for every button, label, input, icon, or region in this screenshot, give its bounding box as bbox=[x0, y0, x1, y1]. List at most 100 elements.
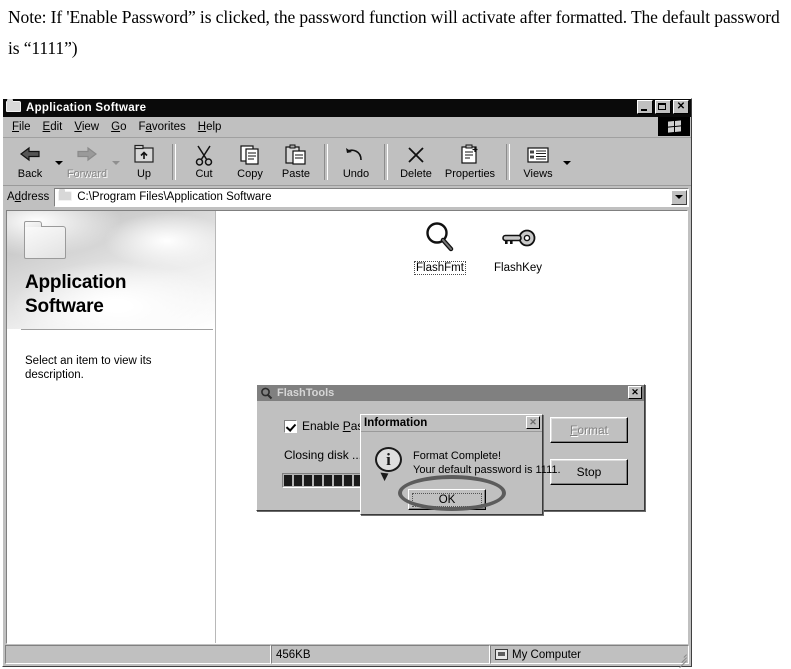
close-icon: ✕ bbox=[676, 100, 686, 112]
window-controls: ✕ bbox=[637, 100, 689, 114]
ok-button[interactable]: OK bbox=[408, 489, 486, 510]
toolbar-label-forward: Forward bbox=[66, 167, 108, 180]
stop-button[interactable]: Stop bbox=[550, 459, 628, 485]
file-name-flashfmt: FlashFmt bbox=[414, 261, 466, 275]
close-icon: ✕ bbox=[529, 417, 537, 427]
checkbox-box[interactable] bbox=[284, 419, 297, 433]
format-button[interactable]: Format bbox=[550, 417, 628, 443]
note-paragraph: Note: If 'Enable Password” is clicked, t… bbox=[8, 7, 780, 58]
address-dropdown-button[interactable] bbox=[671, 189, 687, 205]
toolbar-button-undo[interactable]: Undo bbox=[333, 140, 379, 184]
toolbar-label-paste: Paste bbox=[281, 167, 311, 180]
toolbar-label-properties: Properties bbox=[444, 167, 496, 180]
status-panel-empty bbox=[5, 645, 271, 664]
ok-button-label: OK bbox=[412, 492, 482, 507]
toolbar-button-up[interactable]: Up bbox=[121, 140, 167, 184]
toolbar-button-cut[interactable]: Cut bbox=[181, 140, 227, 184]
toolbar-label-up: Up bbox=[136, 167, 152, 180]
undo-arrow-icon bbox=[343, 143, 369, 167]
forward-arrow-icon bbox=[74, 143, 100, 167]
scissors-icon bbox=[192, 143, 216, 167]
menu-item-view[interactable]: View bbox=[71, 120, 108, 134]
info-pane-divider bbox=[21, 329, 213, 330]
toolbar-button-copy[interactable]: Copy bbox=[227, 140, 273, 184]
information-close-button[interactable]: ✕ bbox=[526, 416, 540, 429]
file-name-flashkey: FlashKey bbox=[494, 262, 542, 274]
toolbar-label-views: Views bbox=[523, 167, 553, 180]
menu-item-favorites[interactable]: Favorites bbox=[135, 120, 194, 134]
properties-clipboard-icon bbox=[458, 143, 482, 167]
information-titlebar[interactable]: Information ✕ bbox=[361, 415, 542, 432]
menu-item-help[interactable]: Help bbox=[195, 120, 231, 134]
file-item-flashkey[interactable]: FlashKey bbox=[480, 217, 556, 275]
flashtools-titlebar[interactable]: FlashTools ✕ bbox=[257, 385, 644, 401]
menu-item-file[interactable]: File bbox=[9, 120, 40, 134]
address-value: C:\Program Files\Application Software bbox=[77, 191, 272, 203]
windows-flag-icon bbox=[658, 117, 690, 136]
toolbar-separator bbox=[324, 143, 328, 180]
flashtools-status-text: Closing disk ... bbox=[284, 448, 363, 462]
large-folder-icon bbox=[24, 221, 66, 259]
info-pane-description: Select an item to view its description. bbox=[25, 355, 152, 381]
delete-x-icon bbox=[404, 143, 428, 167]
toolbar-button-forward[interactable]: Forward bbox=[64, 140, 110, 184]
explorer-window: Application Software ✕ File Edit View Go… bbox=[2, 98, 692, 669]
minimize-button[interactable] bbox=[637, 100, 653, 114]
information-title: Information bbox=[364, 417, 428, 429]
back-arrow-icon bbox=[17, 143, 43, 167]
back-dropdown-caret[interactable] bbox=[53, 140, 64, 184]
toolbar: Back Forward Up Cut Copy Paste Undo Dele… bbox=[3, 138, 691, 186]
information-line1: Format Complete! bbox=[413, 450, 502, 462]
views-list-icon bbox=[525, 143, 551, 167]
copy-pages-icon bbox=[238, 143, 262, 167]
views-dropdown-caret[interactable] bbox=[561, 140, 572, 184]
clipboard-paste-icon bbox=[284, 143, 308, 167]
close-button[interactable]: ✕ bbox=[673, 100, 689, 114]
toolbar-button-back[interactable]: Back bbox=[7, 140, 53, 184]
toolbar-label-delete: Delete bbox=[400, 167, 432, 180]
forward-dropdown-caret[interactable] bbox=[110, 140, 121, 184]
resize-grip[interactable] bbox=[673, 649, 687, 669]
toolbar-separator bbox=[506, 143, 510, 180]
information-dialog: Information ✕ i Format Complete! Your de… bbox=[360, 414, 561, 516]
computer-icon bbox=[495, 649, 508, 660]
enable-password-checkbox[interactable]: Enable Pass bbox=[284, 419, 369, 433]
toolbar-label-copy: Copy bbox=[237, 167, 263, 180]
information-message: Format Complete! Your default password i… bbox=[413, 449, 561, 477]
address-input[interactable]: C:\Program Files\Application Software bbox=[54, 187, 689, 207]
info-pane: Application Software Select an item to v… bbox=[7, 211, 216, 643]
status-bar: 456KB My Computer bbox=[5, 645, 689, 669]
close-icon: ✕ bbox=[631, 387, 639, 397]
up-folder-icon bbox=[131, 143, 157, 167]
toolbar-button-delete[interactable]: Delete bbox=[393, 140, 439, 184]
maximize-button[interactable] bbox=[655, 100, 671, 114]
info-pane-title: Application Software bbox=[25, 272, 127, 317]
flashtools-title: FlashTools bbox=[277, 387, 335, 399]
status-panel-size: 456KB bbox=[271, 645, 490, 664]
flashtools-close-button[interactable]: ✕ bbox=[628, 386, 642, 399]
status-panel-zone: My Computer bbox=[490, 645, 689, 669]
folder-icon bbox=[6, 99, 22, 115]
magnifier-icon bbox=[422, 217, 458, 255]
toolbar-label-undo: Undo bbox=[342, 167, 370, 180]
toolbar-button-views[interactable]: Views bbox=[515, 140, 561, 184]
toolbar-button-paste[interactable]: Paste bbox=[273, 140, 319, 184]
toolbar-label-back: Back bbox=[17, 167, 43, 180]
menu-bar: File Edit View Go Favorites Help bbox=[3, 117, 691, 138]
magnifier-icon bbox=[260, 387, 273, 400]
window-titlebar[interactable]: Application Software ✕ bbox=[3, 99, 691, 117]
menu-item-edit[interactable]: Edit bbox=[40, 120, 72, 134]
file-item-flashfmt[interactable]: FlashFmt bbox=[402, 217, 478, 275]
toolbar-separator bbox=[384, 143, 388, 180]
status-zone-label: My Computer bbox=[512, 648, 582, 661]
menu-item-go[interactable]: Go bbox=[108, 120, 135, 134]
address-label: Address bbox=[7, 191, 50, 203]
flashtools-button-group: Format Stop bbox=[550, 417, 628, 485]
info-icon: i bbox=[375, 447, 405, 482]
address-bar: Address C:\Program Files\Application Sof… bbox=[3, 186, 691, 208]
toolbar-button-properties[interactable]: Properties bbox=[439, 140, 501, 184]
toolbar-separator bbox=[172, 143, 176, 180]
folder-icon bbox=[58, 188, 74, 204]
toolbar-label-cut: Cut bbox=[195, 167, 213, 180]
information-body: i Format Complete! Your default password… bbox=[361, 432, 561, 516]
